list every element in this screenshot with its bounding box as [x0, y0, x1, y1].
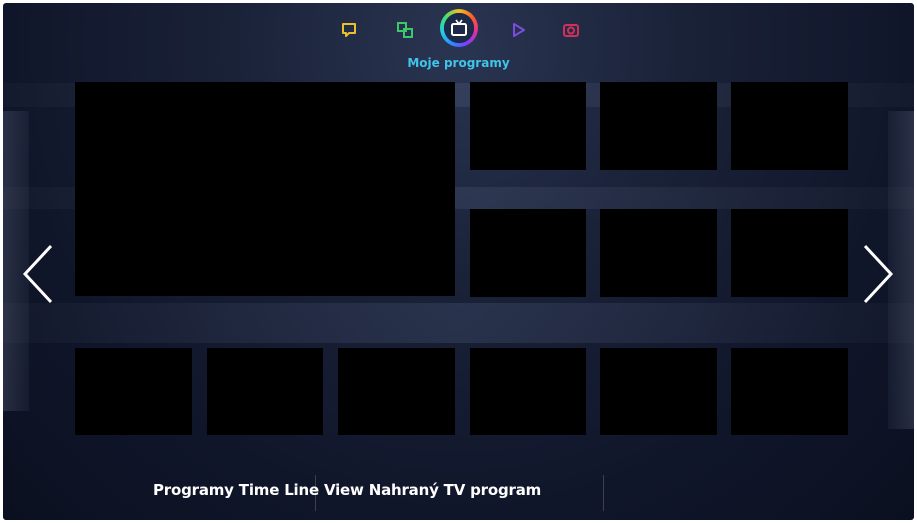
menu-item-programy[interactable]: Programy [153, 481, 234, 499]
active-section-label: Moje programy [407, 56, 510, 70]
play-icon[interactable] [505, 17, 531, 43]
content-tile[interactable] [470, 82, 586, 170]
content-tile[interactable] [207, 348, 323, 435]
bottom-menu: Programy Time Line View Nahraný TV progr… [153, 481, 541, 499]
background-band [3, 303, 914, 343]
tv-screen: Moje programy Programy Time Line View Na… [3, 3, 914, 520]
content-tile[interactable] [338, 348, 455, 435]
top-navigation: Moje programy [3, 3, 914, 78]
content-tile[interactable] [731, 348, 848, 435]
chevron-right-icon[interactable] [857, 243, 897, 305]
content-tile[interactable] [470, 348, 586, 435]
content-tile[interactable] [600, 209, 717, 297]
content-tile[interactable] [470, 209, 586, 297]
content-tile[interactable] [600, 82, 717, 170]
apps-icon[interactable] [392, 17, 418, 43]
featured-tile[interactable] [75, 82, 455, 296]
chevron-left-icon[interactable] [19, 243, 59, 305]
content-tile[interactable] [731, 209, 848, 297]
content-tile[interactable] [731, 82, 848, 170]
menu-item-nahrany-tv-program[interactable]: Nahraný TV program [369, 481, 542, 499]
menu-divider [603, 475, 604, 511]
camera-icon[interactable] [558, 17, 584, 43]
tv-icon [444, 13, 474, 43]
content-tile[interactable] [600, 348, 717, 435]
tv-nav-button[interactable] [440, 9, 478, 47]
speech-bubble-icon[interactable] [336, 17, 362, 43]
menu-item-time-line-view[interactable]: Time Line View [239, 481, 364, 499]
content-tile[interactable] [75, 348, 192, 435]
